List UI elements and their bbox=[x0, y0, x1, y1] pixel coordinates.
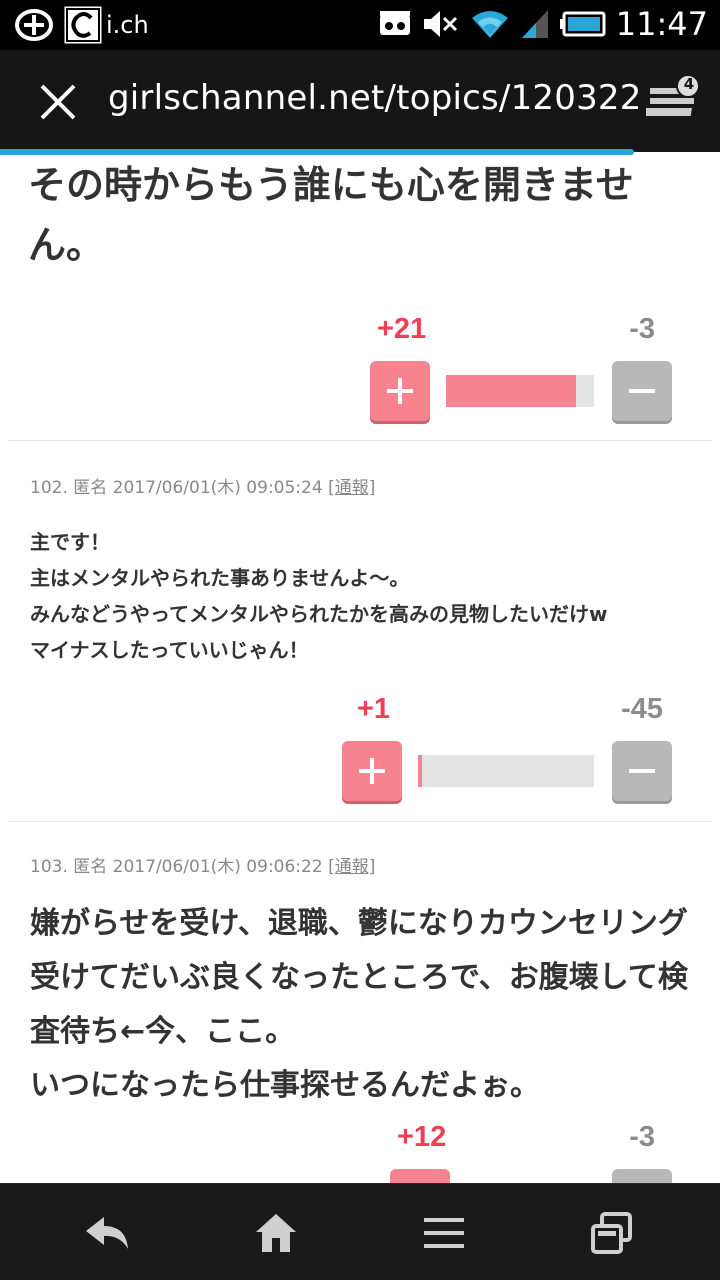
wifi-icon bbox=[471, 11, 508, 38]
vote-row: +1 -45 bbox=[0, 693, 720, 823]
comment-meta: 103. 匿名 2017/06/01(木) 09:06:22 [通報] bbox=[30, 852, 375, 877]
menu-button[interactable] bbox=[354, 1184, 534, 1280]
comment-line: 主です！ bbox=[30, 530, 110, 554]
comment-line: 受けてだいぶ良くなったところで、お腹壊して検 bbox=[30, 960, 688, 995]
mute-icon bbox=[423, 11, 457, 37]
add-circle-icon bbox=[15, 9, 53, 41]
minus-count: -3 bbox=[629, 313, 655, 345]
bottom-navigation bbox=[0, 1183, 720, 1280]
plus-count: +12 bbox=[397, 1121, 447, 1153]
plus-count: +21 bbox=[377, 313, 427, 345]
minus-count: -45 bbox=[621, 693, 663, 725]
vote-ratio-bar bbox=[446, 375, 594, 407]
status-bar: i.ch 11:47 bbox=[0, 0, 720, 50]
vote-ratio-fill bbox=[446, 375, 576, 407]
home-icon bbox=[256, 1213, 296, 1252]
divider bbox=[8, 821, 712, 822]
battery-icon bbox=[559, 11, 606, 37]
signal-icon bbox=[521, 10, 548, 38]
comment-header: 102. 匿名 2017/06/01(木) 09:05:24 bbox=[30, 478, 323, 498]
comment-header: 103. 匿名 2017/06/01(木) 09:06:22 bbox=[30, 857, 323, 877]
windows-icon bbox=[591, 1211, 632, 1254]
url-bar[interactable]: girlschannel.net/topics/120322 bbox=[108, 78, 642, 118]
comment-line: いつになったら仕事探せるんだよぉ。 bbox=[30, 1068, 540, 1103]
vr-icon bbox=[379, 11, 410, 35]
comment-body: 主です！ 主はメンタルやられた事ありませんよ〜。 みんなどうやってメンタルやられ… bbox=[30, 524, 700, 668]
menu-icon bbox=[424, 1217, 464, 1248]
comment-body-prev: その時からもう誰にも心を開きませ ん。 bbox=[28, 155, 698, 275]
minus-button[interactable] bbox=[612, 361, 672, 421]
minus-button[interactable] bbox=[612, 741, 672, 801]
windows-button[interactable] bbox=[522, 1184, 702, 1280]
comment-line: みんなどうやってメンタルやられたかを高みの見物したいだけw bbox=[30, 602, 608, 626]
comment-line: 主はメンタルやられた事ありませんよ〜。 bbox=[30, 566, 410, 590]
comment-line: マイナスしたっていいじゃん！ bbox=[30, 638, 309, 662]
vote-row: +12 -3 bbox=[0, 1121, 720, 1183]
comment-meta: 102. 匿名 2017/06/01(木) 09:05:24 [通報] bbox=[30, 473, 375, 498]
report-link[interactable]: [通報] bbox=[328, 857, 375, 877]
comment-body: 嫌がらせを受け、退職、鬱になりカウンセリング 受けてだいぶ良くなったところで、お… bbox=[30, 897, 700, 1113]
comment-line: その時からもう誰にも心を開きませ bbox=[28, 163, 634, 207]
divider bbox=[8, 440, 712, 441]
clock: 11:47 bbox=[615, 5, 708, 43]
comment-line: ん。 bbox=[28, 223, 105, 267]
vote-ratio-bar bbox=[418, 755, 594, 787]
minus-button[interactable] bbox=[612, 1169, 672, 1183]
plus-button[interactable] bbox=[390, 1169, 450, 1183]
tab-count-badge: 4 bbox=[683, 75, 695, 93]
report-link[interactable]: [通報] bbox=[328, 478, 375, 498]
plus-button[interactable] bbox=[370, 361, 430, 421]
browser-toolbar: girlschannel.net/topics/120322 4 bbox=[0, 50, 720, 152]
close-icon[interactable] bbox=[36, 80, 80, 124]
comment-line: 嫌がらせを受け、退職、鬱になりカウンセリング bbox=[30, 906, 688, 941]
vote-row: +21 -3 bbox=[0, 313, 720, 443]
back-button[interactable] bbox=[18, 1184, 198, 1280]
home-button[interactable] bbox=[186, 1184, 366, 1280]
vote-ratio-fill bbox=[418, 755, 422, 787]
plus-button[interactable] bbox=[342, 741, 402, 801]
minus-count: -3 bbox=[629, 1121, 655, 1153]
back-icon bbox=[86, 1216, 128, 1249]
ich-logo-icon bbox=[64, 6, 102, 44]
comment-line: 査待ち←今、ここ。 bbox=[30, 1014, 296, 1049]
page-content[interactable]: その時からもう誰にも心を開きませ ん。 +21 -3 102. 匿名 2017/… bbox=[0, 155, 720, 1183]
plus-count: +1 bbox=[357, 693, 391, 725]
app-label: i.ch bbox=[106, 11, 149, 39]
tabs-button[interactable]: 4 bbox=[642, 74, 704, 130]
